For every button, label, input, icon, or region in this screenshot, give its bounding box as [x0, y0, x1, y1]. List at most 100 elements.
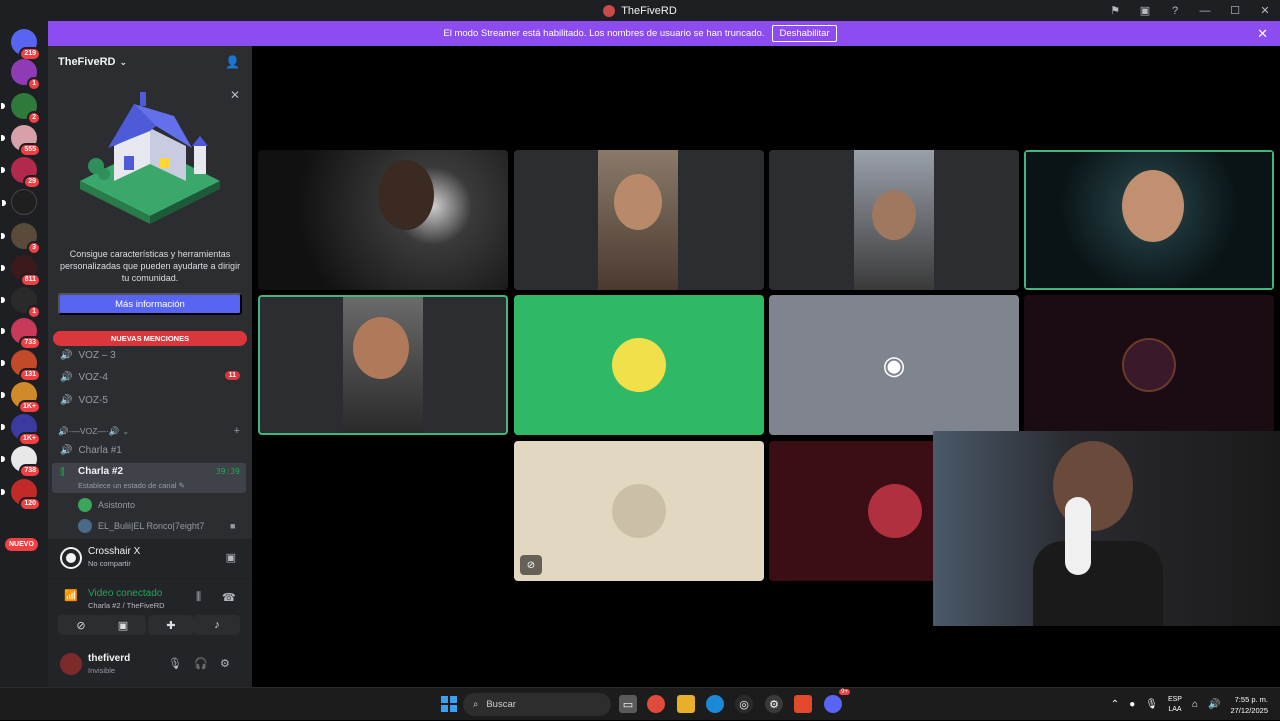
channel-timer: 39:39: [215, 467, 240, 476]
network-icon[interactable]: ⌂: [1192, 699, 1198, 710]
video-tile[interactable]: [1024, 295, 1274, 435]
unread-dot: [1, 233, 5, 239]
voice-category[interactable]: 🔊·—VOZ—·🔊 ⌄ +: [58, 424, 244, 438]
gear-icon[interactable]: ⚙: [220, 657, 230, 670]
speaker-icon: 🔊: [60, 371, 73, 383]
voice-member[interactable]: Asistonto: [78, 496, 135, 514]
avatar: [78, 498, 92, 512]
server-icon[interactable]: 1K+: [1, 382, 41, 414]
inbox-icon[interactable]: ⚑: [1100, 0, 1130, 21]
discord-icon[interactable]: 9+: [824, 689, 850, 713]
self-video-preview[interactable]: [933, 431, 1280, 626]
server-icon[interactable]: 555: [1, 125, 41, 157]
windows-start-icon[interactable]: [440, 695, 458, 713]
add-channel-icon[interactable]: +: [234, 425, 240, 437]
voice-status: Video conectado: [88, 588, 163, 599]
promo-close-icon[interactable]: ✕: [230, 88, 240, 102]
category-label: 🔊·—VOZ—·🔊: [58, 425, 120, 436]
unread-dot: [1, 392, 5, 398]
soundboard-button[interactable]: ♪: [194, 615, 240, 635]
avatar: [868, 484, 922, 538]
avatar[interactable]: [60, 653, 82, 675]
server-icon[interactable]: 131: [1, 350, 41, 382]
server-icon[interactable]: 1K+: [1, 414, 41, 446]
bottle: [1065, 497, 1091, 575]
minimize-button[interactable]: —: [1190, 0, 1220, 21]
avatar: [1122, 338, 1176, 392]
server-icon[interactable]: 1: [11, 59, 41, 91]
server-badge: 1: [27, 305, 41, 319]
chrome-icon[interactable]: [647, 695, 665, 713]
microphone-icon[interactable]: 🎙: [168, 657, 182, 670]
more-info-button[interactable]: Más información: [58, 293, 242, 315]
new-servers-pill[interactable]: NUEVO: [5, 538, 38, 551]
app-icon[interactable]: ⚙: [765, 695, 783, 713]
edge-icon[interactable]: [706, 695, 724, 713]
unread-dot: [1, 489, 5, 495]
channel-voz-5[interactable]: 🔊 VOZ-5: [58, 390, 244, 410]
speaker-icon: 🔊: [60, 349, 73, 361]
member-name: Asistonto: [98, 500, 136, 510]
headphones-icon[interactable]: 🎧: [194, 657, 208, 670]
server-icon[interactable]: 738: [1, 446, 41, 478]
voice-member[interactable]: EL_Bulii|EL Ronco|7eight7 ■: [78, 517, 235, 535]
disable-streamer-button[interactable]: Deshabilitar: [772, 25, 837, 42]
maximize-button[interactable]: ☐: [1220, 0, 1250, 21]
video-tile[interactable]: ⊘: [514, 441, 764, 581]
banner-close-icon[interactable]: ✕: [1257, 26, 1268, 42]
share-screen-button[interactable]: ▣: [100, 615, 146, 635]
unread-dot: [1, 424, 5, 430]
tray-app-icon[interactable]: ●: [1129, 699, 1135, 710]
pencil-icon: ✎: [178, 481, 185, 490]
video-tile[interactable]: [258, 295, 508, 435]
file-explorer-icon[interactable]: [677, 695, 695, 713]
video-stage: ◉ ⊘: [252, 46, 1280, 687]
screen-share-icon[interactable]: ▣: [1130, 0, 1160, 21]
server-icon[interactable]: 733: [1, 318, 41, 350]
video-tile[interactable]: [1024, 150, 1274, 290]
add-member-icon[interactable]: 👤: [225, 55, 240, 69]
microphone-icon[interactable]: 🎙: [1145, 699, 1158, 710]
clock[interactable]: 7:55 p. m. 27/12/2025: [1230, 694, 1268, 716]
camera-off-icon: ⊘: [76, 619, 86, 632]
channel-voz-3[interactable]: 🔊 VOZ – 3: [58, 345, 244, 365]
promo-text: Consigue características y herramientas …: [59, 249, 241, 283]
taskbar-search[interactable]: ⌕ Buscar: [463, 693, 611, 716]
activities-button[interactable]: ✚: [148, 615, 194, 635]
brave-icon[interactable]: [794, 695, 812, 713]
channel-charla-2[interactable]: ⫼ Charla #2 39:39 Establece un estado de…: [52, 463, 246, 493]
channel-voz-4[interactable]: 🔊 VOZ-4 11: [58, 367, 244, 387]
video-tile[interactable]: ◉: [769, 295, 1019, 435]
server-icon[interactable]: 29: [1, 157, 41, 189]
avatar: [612, 484, 666, 538]
server-icon[interactable]: 811: [1, 255, 41, 287]
volume-icon[interactable]: 🔊: [1208, 699, 1220, 710]
video-tile[interactable]: [514, 295, 764, 435]
server-icon[interactable]: 120: [1, 479, 41, 511]
signal-icon[interactable]: 📶: [64, 589, 78, 602]
channel-charla-1[interactable]: 🔊 Charla #1: [58, 440, 244, 460]
disconnect-icon[interactable]: ☎: [222, 591, 236, 604]
camera-off-button[interactable]: ⊘: [58, 615, 104, 635]
guild-header[interactable]: TheFiveRD ⌄ 👤: [48, 46, 252, 78]
server-icon[interactable]: 1: [1, 287, 41, 319]
video-tile[interactable]: [769, 150, 1019, 290]
language-indicator[interactable]: ESP LAA: [1168, 695, 1182, 715]
member-name: EL_Bulii|EL Ronco|7eight7: [98, 521, 205, 531]
chevron-up-icon[interactable]: ⌃: [1111, 699, 1119, 710]
voice-location[interactable]: Charla #2 / TheFiveRD: [88, 601, 165, 610]
task-view-icon[interactable]: ▭: [619, 695, 637, 713]
close-window-button[interactable]: ✕: [1250, 0, 1280, 21]
server-icon[interactable]: [2, 189, 37, 215]
server-icon[interactable]: 2: [1, 93, 41, 125]
obs-icon[interactable]: ◎: [735, 695, 753, 713]
help-icon[interactable]: ?: [1160, 0, 1190, 21]
video-tile[interactable]: [258, 150, 508, 290]
new-mentions-banner[interactable]: NUEVAS MENCIONES: [53, 331, 247, 346]
set-channel-status[interactable]: Establece un estado de canal ✎: [78, 481, 185, 490]
noise-suppression-icon[interactable]: ⫼: [196, 591, 201, 604]
server-icon[interactable]: 3: [1, 223, 41, 255]
server-icon[interactable]: 219: [11, 29, 41, 61]
video-tile[interactable]: [514, 150, 764, 290]
stream-game-icon[interactable]: ▣: [226, 551, 236, 564]
